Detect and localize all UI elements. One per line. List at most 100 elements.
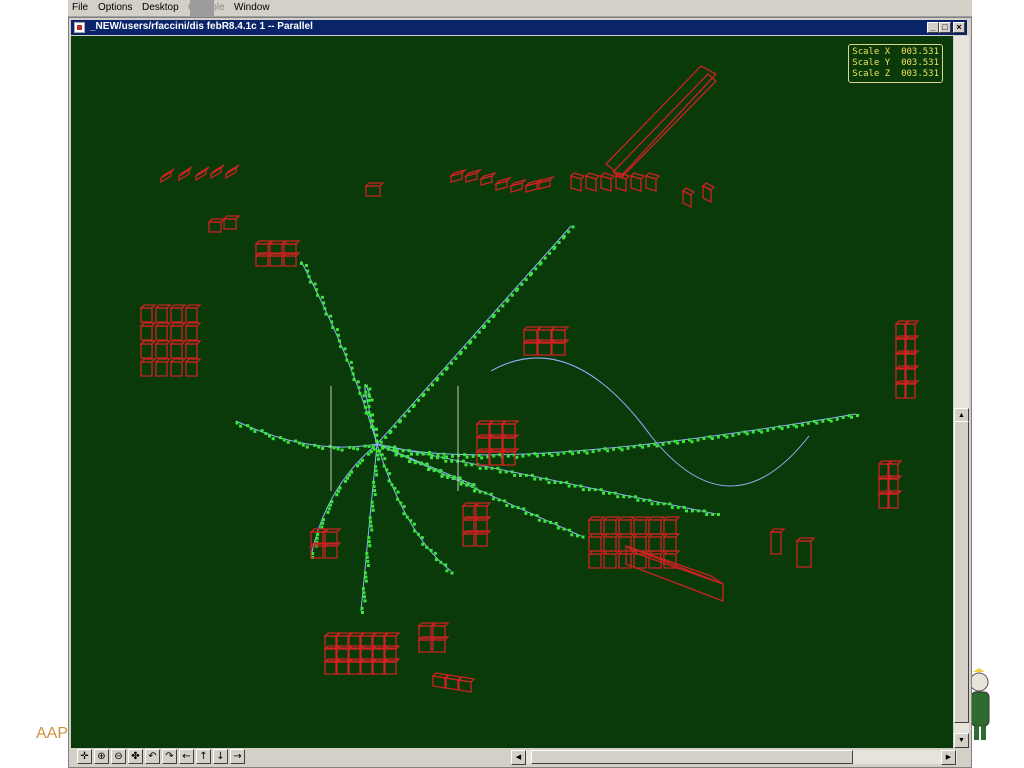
detector-cell xyxy=(155,325,168,341)
hit xyxy=(760,430,764,434)
horizontal-scrollbar[interactable]: ◀ ▶ xyxy=(511,750,957,765)
hit xyxy=(496,466,500,470)
hit xyxy=(465,455,469,459)
hit xyxy=(527,453,531,457)
hit xyxy=(332,446,336,450)
hit xyxy=(606,449,610,453)
detector-cell-top xyxy=(195,166,210,177)
hit xyxy=(549,520,552,524)
detector-cell xyxy=(475,533,488,547)
close-button[interactable]: × xyxy=(953,22,965,33)
detector-cell-top xyxy=(617,533,636,538)
hit xyxy=(685,509,688,513)
hit xyxy=(682,440,685,443)
hit xyxy=(628,495,632,499)
hit xyxy=(367,452,371,456)
arrow-down-tool[interactable]: ↓ xyxy=(213,749,228,764)
hit xyxy=(363,400,367,403)
hit xyxy=(316,293,320,297)
hit xyxy=(579,484,583,488)
hit xyxy=(626,446,630,450)
event-display-svg xyxy=(139,65,920,693)
scale-readout: Scale X 003.531 Scale Y 003.531 Scale Z … xyxy=(848,44,943,83)
detector-cell-top xyxy=(629,172,646,180)
hit xyxy=(352,378,356,382)
hit xyxy=(433,468,437,471)
hit xyxy=(335,328,339,332)
hit xyxy=(392,448,396,452)
hit xyxy=(393,445,397,449)
hit xyxy=(696,509,700,513)
minimize-button[interactable]: _ xyxy=(927,22,939,33)
hit xyxy=(370,398,374,402)
detector-cell xyxy=(208,221,222,233)
horizontal-scroll-thumb[interactable] xyxy=(531,750,853,764)
hit xyxy=(656,502,660,506)
window-app-icon[interactable] xyxy=(74,22,85,33)
menu-desktop[interactable]: Desktop xyxy=(142,2,179,13)
hit xyxy=(425,462,429,466)
detector-cell-top xyxy=(222,215,241,220)
move-tool[interactable]: ✛ xyxy=(77,749,92,764)
hit xyxy=(321,447,325,450)
event-canvas[interactable]: Scale X 003.531 Scale Y 003.531 Scale Z … xyxy=(71,36,953,748)
detector-cell xyxy=(648,536,662,552)
hit xyxy=(373,493,377,497)
menu-window[interactable]: Window xyxy=(234,2,270,13)
hit xyxy=(498,470,502,474)
hit xyxy=(445,455,448,459)
detector-cell xyxy=(523,342,538,356)
hit xyxy=(567,484,571,488)
arrow-up-tool[interactable]: ↑ xyxy=(196,749,211,764)
zoom-in-tool[interactable]: ⊕ xyxy=(94,749,109,764)
hit xyxy=(472,483,476,486)
detector-cell xyxy=(372,661,385,675)
scale-x-label: Scale X 003.531 xyxy=(852,47,939,57)
hit xyxy=(478,490,482,494)
scroll-right-button[interactable]: ▶ xyxy=(941,750,956,765)
arrow-left-tool[interactable]: ← xyxy=(179,749,194,764)
detector-cell-top xyxy=(602,533,621,538)
window-titlebar[interactable]: _NEW/users/rfaccini/dis febR8.4.1c 1 -- … xyxy=(71,20,967,35)
hit xyxy=(336,489,340,493)
hit xyxy=(369,450,373,454)
rotate-right-tool[interactable]: ↷ xyxy=(162,749,177,764)
detector-cell-top xyxy=(184,304,202,309)
maximize-button[interactable]: □ xyxy=(939,22,951,33)
detector-cell xyxy=(475,505,488,519)
scroll-down-button[interactable]: ▼ xyxy=(954,733,969,748)
menu-file[interactable]: File xyxy=(72,2,88,13)
hit xyxy=(357,386,361,390)
track-8 xyxy=(310,443,378,557)
arrow-right-tool[interactable]: → xyxy=(230,749,245,764)
hit xyxy=(829,419,833,423)
vertical-scrollbar[interactable]: ▲ ▼ xyxy=(954,36,969,748)
detector-cell xyxy=(603,519,617,535)
hit xyxy=(352,446,356,450)
hit xyxy=(568,450,572,454)
detector-cell xyxy=(551,342,566,356)
hit xyxy=(379,440,383,444)
detector-cell-top xyxy=(254,240,273,245)
detector-cell xyxy=(432,639,446,653)
hit xyxy=(317,445,321,449)
vertical-scroll-thumb[interactable] xyxy=(954,421,969,723)
hit xyxy=(506,454,510,458)
scroll-left-button[interactable]: ◀ xyxy=(511,750,526,765)
hit xyxy=(441,456,445,460)
menu-options[interactable]: Options xyxy=(98,2,132,13)
detector-cell xyxy=(462,505,475,519)
hit xyxy=(367,536,371,540)
scale-z-label: Scale Z 003.531 xyxy=(852,69,939,79)
hit xyxy=(336,447,340,451)
hit xyxy=(537,518,541,522)
rotate-left-tool[interactable]: ↶ xyxy=(145,749,160,764)
detector-cell-top xyxy=(184,322,202,327)
hit xyxy=(815,421,819,425)
hit xyxy=(331,326,335,329)
detector-cell xyxy=(170,307,183,323)
pan-tool[interactable]: ✤ xyxy=(128,749,143,764)
zoom-out-tool[interactable]: ⊖ xyxy=(111,749,126,764)
hit xyxy=(581,488,585,492)
hit xyxy=(445,366,449,370)
